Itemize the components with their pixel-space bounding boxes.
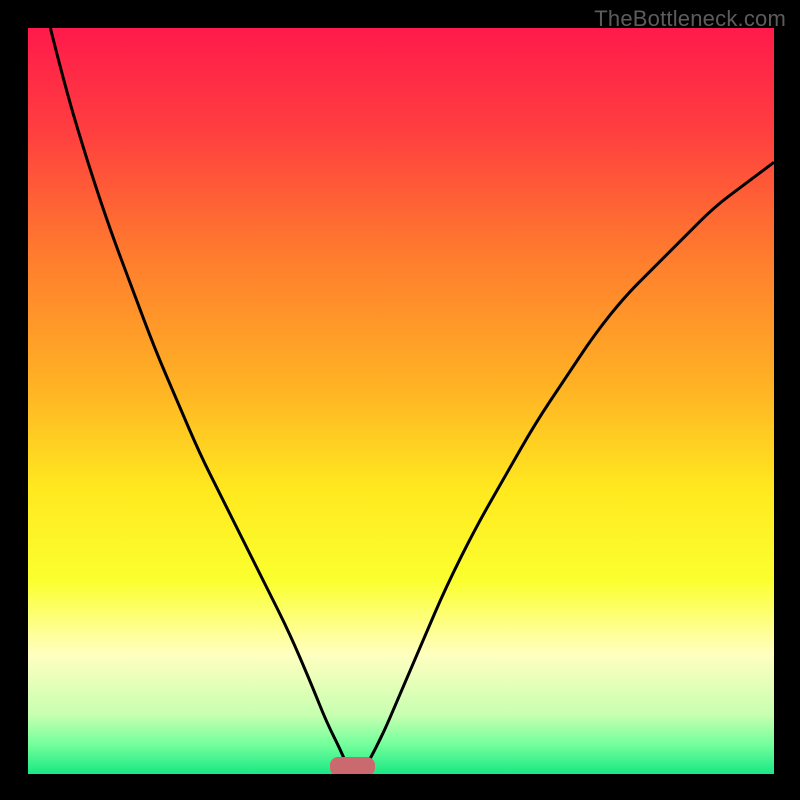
plot-area xyxy=(28,28,774,774)
bottleneck-marker xyxy=(330,757,375,774)
watermark-text: TheBottleneck.com xyxy=(594,6,786,32)
curve-right-curve xyxy=(364,162,774,770)
curve-layer xyxy=(28,28,774,774)
curve-left-curve xyxy=(50,28,348,770)
chart-frame: TheBottleneck.com xyxy=(0,0,800,800)
